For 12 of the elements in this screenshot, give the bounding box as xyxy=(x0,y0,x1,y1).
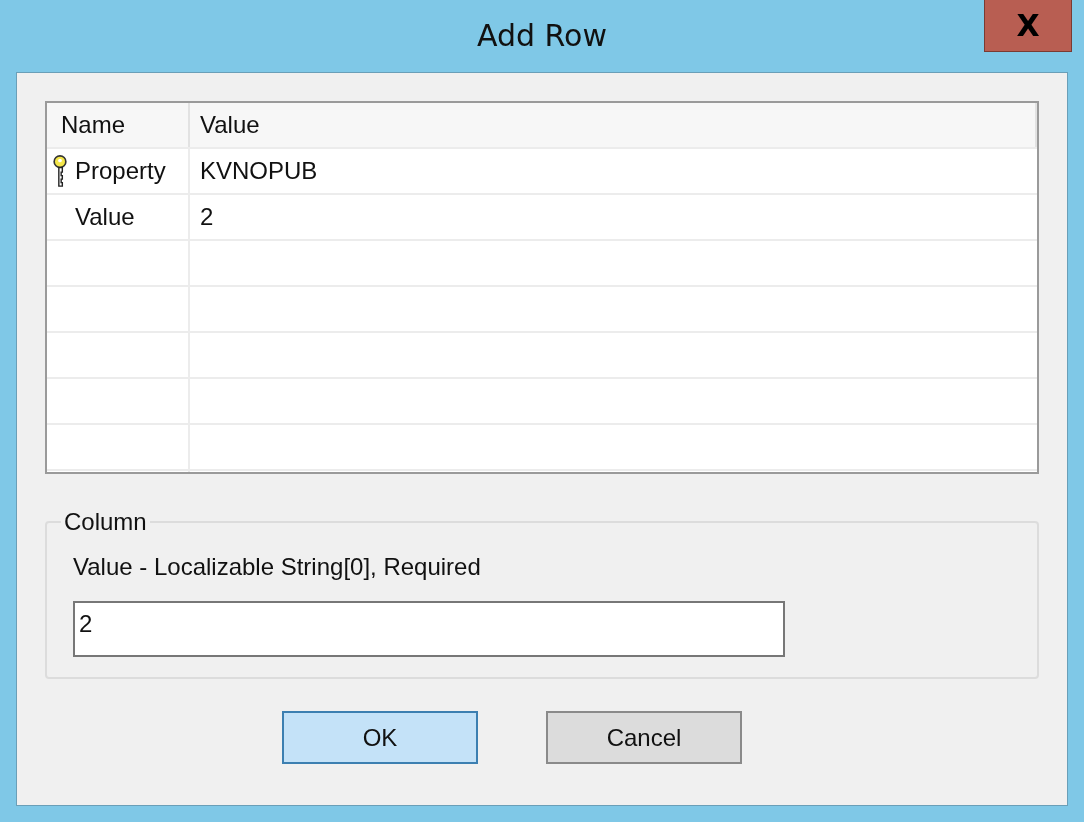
column-description: Value - Localizable String[0], Required xyxy=(73,553,482,581)
ok-button[interactable]: OK xyxy=(282,711,478,764)
value-field[interactable]: 2 xyxy=(73,601,785,657)
table-cell-text: KVNOPUB xyxy=(199,156,319,186)
table-cell: Property xyxy=(75,157,166,185)
column-header[interactable]: Name xyxy=(47,103,190,147)
table-cell: Value xyxy=(75,203,135,231)
table-cell-text: 2 xyxy=(199,202,215,232)
close-button[interactable]: X xyxy=(984,0,1072,52)
window-title: Add Row xyxy=(477,17,607,53)
column-header[interactable]: Value xyxy=(190,103,1037,147)
cancel-button[interactable]: Cancel xyxy=(546,711,742,764)
